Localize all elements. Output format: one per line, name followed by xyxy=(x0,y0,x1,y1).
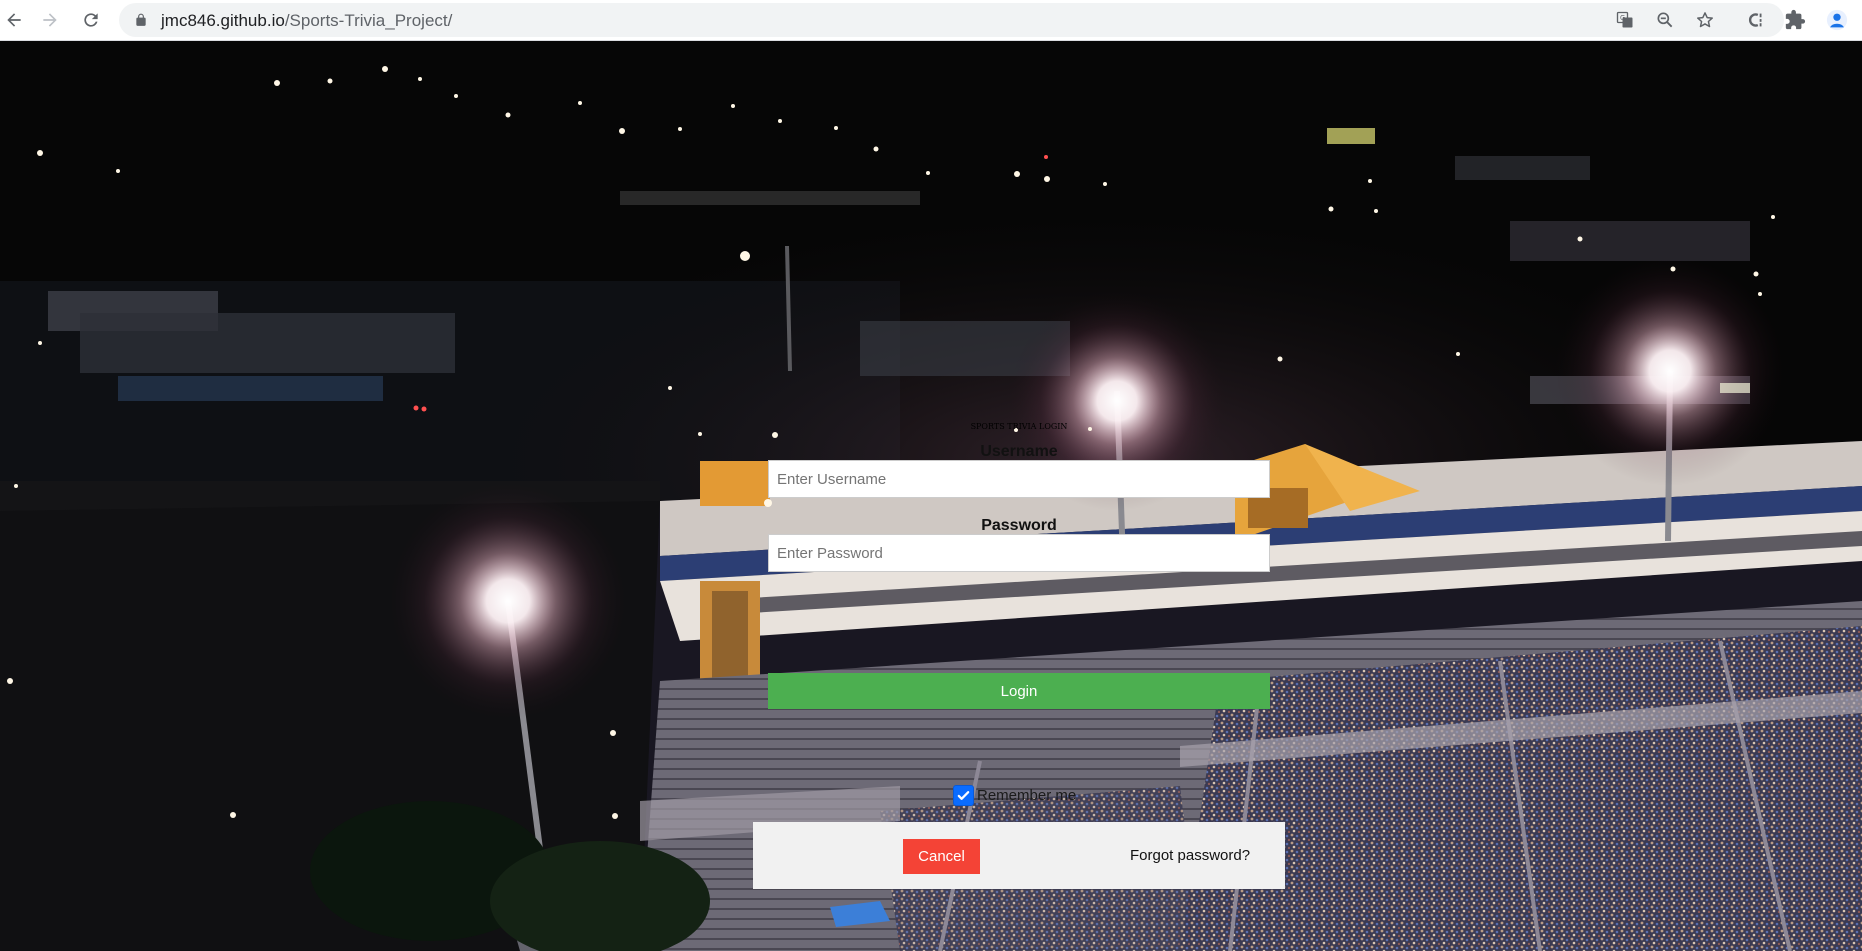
url-path: /Sports-Trivia_Project/ xyxy=(284,11,453,30)
profile-avatar-icon xyxy=(1826,9,1848,31)
extension-c-icon xyxy=(1748,13,1762,27)
extension-c-button[interactable] xyxy=(1745,9,1767,31)
remember-me-row: Remember me xyxy=(953,784,1076,806)
back-button[interactable] xyxy=(0,6,28,34)
forgot-password-link[interactable]: Forgot password? xyxy=(1130,847,1250,864)
extensions-button[interactable] xyxy=(1784,9,1806,31)
password-label: Password xyxy=(981,517,1057,534)
url-text: jmc846.github.io/Sports-Trivia_Project/ xyxy=(161,11,452,31)
zoom-out-icon xyxy=(1657,12,1673,28)
arrow-left-icon xyxy=(7,13,21,27)
translate-button[interactable]: G xyxy=(1615,10,1635,30)
address-bar[interactable]: jmc846.github.io/Sports-Trivia_Project/ … xyxy=(119,3,1784,37)
forgot-password-text: Forgot password? xyxy=(1130,847,1250,864)
puzzle-icon xyxy=(1785,9,1806,30)
forward-button[interactable] xyxy=(36,6,64,34)
translate-icon: G xyxy=(1616,11,1633,28)
profile-button[interactable] xyxy=(1826,9,1848,31)
username-label: Username xyxy=(980,443,1058,460)
password-input[interactable] xyxy=(768,534,1270,572)
form-footer: Cancel Forgot password? xyxy=(753,822,1285,889)
star-icon xyxy=(1697,12,1713,28)
username-input[interactable] xyxy=(768,460,1270,498)
reload-button[interactable] xyxy=(77,6,105,34)
page-viewport: SPORTS TRIVIA LOGIN Username Password Lo… xyxy=(0,41,1862,951)
lock-icon xyxy=(136,13,146,26)
reload-icon xyxy=(84,13,98,27)
login-button[interactable]: Login xyxy=(768,673,1270,709)
svg-text:G: G xyxy=(1620,14,1625,22)
zoom-button[interactable] xyxy=(1655,10,1675,30)
browser-toolbar: jmc846.github.io/Sports-Trivia_Project/ … xyxy=(0,0,1862,41)
checkmark-icon xyxy=(957,790,970,800)
cancel-button[interactable]: Cancel xyxy=(903,839,980,874)
arrow-right-icon xyxy=(43,13,57,27)
page-title: SPORTS TRIVIA LOGIN xyxy=(970,422,1068,431)
url-host: jmc846.github.io xyxy=(161,11,285,30)
remember-me-checkbox[interactable] xyxy=(953,784,974,806)
bookmark-button[interactable] xyxy=(1695,10,1715,30)
remember-me-label: Remember me xyxy=(977,786,1077,804)
